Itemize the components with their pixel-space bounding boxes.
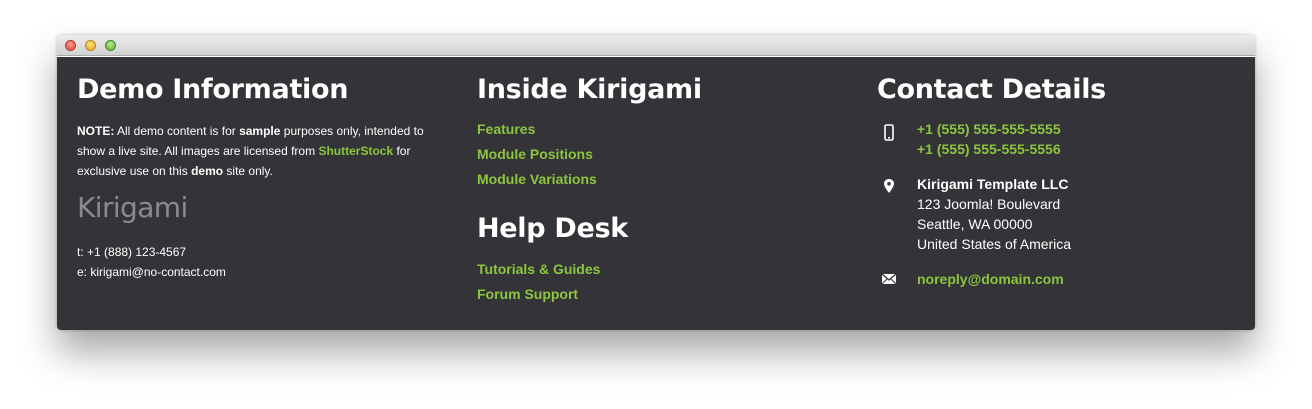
minimize-window-button[interactable] bbox=[85, 40, 96, 51]
inside-kirigami-heading: Inside Kirigami bbox=[477, 74, 702, 105]
close-window-button[interactable] bbox=[65, 40, 76, 51]
module-variations-link[interactable]: Module Variations bbox=[477, 171, 597, 187]
kirigami-logo: Kirigami bbox=[77, 191, 188, 224]
tutorials-guides-link[interactable]: Tutorials & Guides bbox=[477, 261, 600, 277]
forum-support-link[interactable]: Forum Support bbox=[477, 286, 578, 302]
contact-email-link[interactable]: noreply@domain.com bbox=[917, 269, 1064, 289]
note-text-1: All demo content is for bbox=[114, 124, 240, 138]
demo-information-heading: Demo Information bbox=[77, 74, 349, 105]
demo-note-paragraph: NOTE: All demo content is for sample pur… bbox=[77, 121, 437, 181]
features-link[interactable]: Features bbox=[477, 121, 535, 137]
phone-icon bbox=[877, 123, 901, 143]
note-demo: demo bbox=[191, 164, 224, 178]
browser-window: Demo Information NOTE: All demo content … bbox=[57, 35, 1255, 330]
footer-section: Demo Information NOTE: All demo content … bbox=[57, 57, 1255, 330]
contact-details-heading: Contact Details bbox=[877, 74, 1106, 105]
zoom-window-button[interactable] bbox=[105, 40, 116, 51]
demo-email: e: kirigami@no-contact.com bbox=[77, 265, 226, 279]
address-line-2: Seattle, WA 00000 bbox=[917, 216, 1033, 232]
address-line-1: 123 Joomla! Boulevard bbox=[917, 196, 1061, 212]
shutterstock-link[interactable]: ShutterStock bbox=[318, 144, 393, 158]
address-line-3: United States of America bbox=[917, 236, 1072, 252]
contact-phone-1[interactable]: +1 (555) 555-555-5555 bbox=[917, 119, 1061, 139]
window-titlebar bbox=[57, 35, 1255, 56]
note-sample: sample bbox=[239, 124, 281, 138]
note-label: NOTE: bbox=[77, 124, 115, 138]
location-pin-icon bbox=[877, 177, 901, 197]
envelope-icon bbox=[877, 270, 901, 290]
help-desk-heading: Help Desk bbox=[477, 213, 628, 244]
contact-phone-2[interactable]: +1 (555) 555-555-5556 bbox=[917, 139, 1061, 159]
company-name: Kirigami Template LLC bbox=[917, 176, 1069, 192]
module-positions-link[interactable]: Module Positions bbox=[477, 146, 593, 162]
demo-phone: t: +1 (888) 123-4567 bbox=[77, 245, 187, 259]
note-text-4: site only. bbox=[223, 164, 273, 178]
